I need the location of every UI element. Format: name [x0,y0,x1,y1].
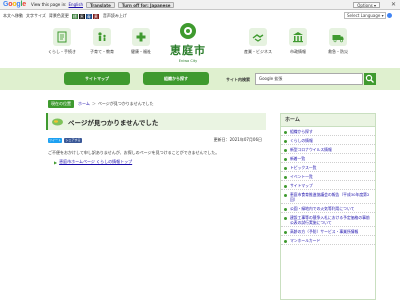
read-aloud-link[interactable]: 音声読み上げ [103,13,127,19]
bg-color-label: 背景色変更 [48,13,69,18]
breadcrumb-home-link[interactable]: ホーム [78,101,90,107]
side-menu: ホーム 組織から探す くらしの情報 新型コロナウイルス情報 新着一覧 トピックス… [280,113,376,300]
side-menu-item[interactable]: 組織から探す [281,127,375,136]
breadcrumb-separator: ＞ [91,101,96,106]
side-menu-item[interactable]: 新着一覧 [281,154,375,163]
nav-business[interactable]: 産業・ビジネス [242,28,274,66]
side-menu-item[interactable]: マンホールカード [281,236,375,245]
nav-label: 産業・ビジネス [244,49,272,54]
nav-label: 健康・福祉 [131,49,151,54]
google-icon [387,13,392,18]
select-language-dropdown[interactable]: Select Language ▾ [344,12,386,19]
color-black-button[interactable]: 黒 [78,13,85,19]
breadcrumb-current: ページが見つかりませんでした [97,101,154,106]
org-search-button[interactable]: 組織から探す [143,72,209,85]
search-button[interactable] [364,73,376,85]
breadcrumb: 現在の位置 ホーム ＞ ページが見つかりませんでした [48,100,154,108]
nav-health[interactable]: 健康・福祉 [125,28,157,66]
handshake-icon [249,28,267,46]
skip-to-content-link[interactable]: 本文へ移動 [3,13,23,19]
translate-button[interactable]: Translate [85,1,115,8]
site-search-input[interactable]: Google 拡張 [255,73,363,85]
living-info-link[interactable]: 恵庭市ホームページ くらしの情報トップ [59,159,132,165]
page-title: ページが見つかりませんでした [68,118,159,127]
side-menu-item[interactable]: 公園・緑地内での火気等利用について [281,204,375,213]
close-icon[interactable]: ✕ [391,1,396,8]
search-band: サイトマップ 組織から探す サイト内検索 Google 拡張 [0,68,400,90]
side-menu-item[interactable]: くらしの情報 [281,136,375,145]
search-icon [365,74,374,83]
nav-label: 子育て・教育 [90,49,114,54]
city-name-en: Eniwa City [178,59,198,63]
main-content: ページが見つかりませんでした ツイート シェアする 更新日：2021年07月06… [46,113,266,300]
color-standard-button[interactable]: 標 [71,13,78,19]
nav-label: 救急・防災 [328,49,348,54]
nav-emergency[interactable]: 救急・防災 [322,28,354,66]
utility-bar: 本文へ移動 文字サイズ 背景色変更 標 黒 青 黄 音声読み上げ [0,11,400,21]
city-name: 恵庭市 [170,44,206,57]
sitemap-button[interactable]: サイトマップ [64,72,130,85]
share-tools: ツイート シェアする 更新日：2021年07月06日 [46,136,266,144]
turn-off-button[interactable]: Turn off for: Japanese [117,1,175,8]
updated-date: 更新日：2021年07月06日 [213,137,262,142]
page-title-box: ページが見つかりませんでした [46,113,266,130]
not-found-message: ご不便をおかけして申し訳ありませんが、お探しのページを見つけることができませんで… [48,150,220,155]
side-menu-item[interactable]: サイトマップ [281,181,375,190]
current-position-tag: 現在の位置 [48,100,74,108]
nav-childcare[interactable]: 子育て・教育 [86,28,118,66]
nav-city-info[interactable]: 市政情報 [282,28,314,66]
city-logo[interactable]: 恵庭市 Eniwa City [168,22,208,63]
health-icon [132,28,150,46]
ambulance-icon [329,28,347,46]
side-menu-item[interactable]: トピックス一覧 [281,163,375,172]
main-nav: くらし・手続き 子育て・教育 健康・福祉 恵庭市 Eniwa City 産業・ビ… [0,22,400,68]
color-blue-button[interactable]: 青 [85,13,92,19]
options-button[interactable]: Options ▾ [353,2,380,8]
site-search-label: サイト内検索 [226,77,250,82]
side-menu-item[interactable]: 建設工事等の競争入札における予定価格の事前公表の試行実施について [281,213,375,227]
side-menu-item[interactable]: 恵庭市食育推進協議会の報告（平成30年度第2回） [281,190,375,204]
side-menu-item[interactable]: 新型コロナウイルス情報 [281,145,375,154]
side-menu-heading: ホーム [281,114,375,127]
nav-living[interactable]: くらし・手続き [46,28,78,66]
cityhall-icon [289,28,307,46]
document-icon [53,28,71,46]
color-yellow-button[interactable]: 黄 [92,13,99,19]
leaf-icon [52,118,63,125]
font-size-label: 文字サイズ [26,13,46,18]
view-page-text: View this page in: [30,2,67,7]
family-icon [93,28,111,46]
translate-bar: Google View this page in: English Transl… [0,0,400,10]
related-links: ▶ 恵庭市ホームページ くらしの情報トップ [54,159,135,165]
nav-label: くらし・手続き [48,49,76,54]
side-menu-item[interactable]: 高齢の方（予防）サービス・事業所情報 [281,227,375,236]
language-select[interactable]: English [69,2,83,7]
tweet-button[interactable]: ツイート [48,137,62,143]
arrow-icon: ▶ [54,159,58,165]
nav-label: 市政情報 [290,49,306,54]
city-emblem-icon [180,23,196,39]
side-menu-item[interactable]: イベント一覧 [281,172,375,181]
facebook-share-button[interactable]: シェアする [64,137,82,143]
google-logo: Google [3,1,26,8]
